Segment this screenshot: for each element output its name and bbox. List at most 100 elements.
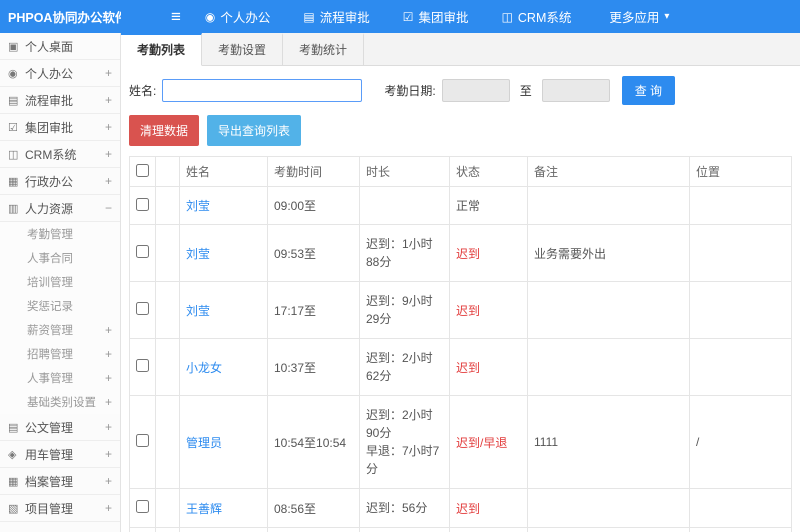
user-icon: ◉ [8,67,18,80]
topbar-nav: ◉ 个人办公 ▤ 流程审批 ☑ 集团审批 ◫ CRM系统 更多应用 ▾ [191,0,684,33]
sidebar-item[interactable]: ▥ 人力资源 − [0,195,120,222]
row-name-link[interactable]: 刘莹 [186,304,210,318]
row-status: 迟到/早退 [456,435,508,450]
hamburger-menu-icon[interactable]: ≡ [171,0,181,33]
tab-2[interactable]: 考勤统计 [283,33,365,65]
row-name-link[interactable]: 刘莹 [186,199,210,213]
expand-toggle-icon[interactable]: + [101,147,112,161]
topbar-nav-item[interactable]: ◉ 个人办公 [191,0,290,33]
date-from-input[interactable] [441,79,510,102]
archive-icon: ▦ [8,475,19,488]
sidebar-item[interactable]: 薪资管理 + [0,318,120,342]
hr-icon: ▥ [8,202,19,215]
expand-toggle-icon[interactable]: + [101,371,112,385]
row-spacer [155,488,180,528]
sidebar-item[interactable]: 基础类别设置 + [0,390,120,414]
topbar-nav-item[interactable]: ◫ CRM系统 [488,0,591,33]
sidebar-item[interactable]: ▣ 个人桌面 [0,33,120,60]
expand-toggle-icon[interactable]: + [101,93,112,107]
sidebar-item[interactable]: ◉ 个人办公 + [0,60,120,87]
row-checkbox[interactable] [136,359,149,372]
sidebar-item[interactable]: ◈ 用车管理 + [0,441,120,468]
row-checkbox[interactable] [136,245,149,258]
sidebar-item[interactable]: 培训管理 [0,270,120,294]
topbar-nav-item[interactable]: ☑ 集团审批 [389,0,488,33]
topbar-nav-item[interactable]: ▤ 流程审批 [289,0,388,33]
row-time: 13:20至13:20 [267,527,360,532]
row-name-link[interactable]: 王善辉 [186,502,222,516]
topbar: PHPOA协同办公软件 ≡ ◉ 个人办公 ▤ 流程审批 ☑ 集团审批 ◫ CRM… [0,0,800,33]
sidebar-item[interactable]: 招聘管理 + [0,342,120,366]
sidebar-item[interactable]: 考勤管理 [0,222,120,246]
document-icon: ▤ [8,421,19,434]
expand-toggle-icon[interactable]: − [101,201,112,215]
sidebar-item[interactable]: ▦ 档案管理 + [0,468,120,495]
expand-toggle-icon[interactable]: + [101,447,112,461]
header-duration: 时长 [359,156,450,187]
row-time: 08:56至 [267,488,360,528]
row-name-link[interactable]: 小龙女 [186,361,222,375]
topbar-nav-item[interactable]: 更多应用 ▾ [590,0,683,33]
row-spacer [155,281,180,339]
export-list-button[interactable]: 导出查询列表 [207,115,302,146]
sidebar-item[interactable]: ◫ CRM系统 + [0,141,120,168]
row-time: 09:00至 [267,186,360,225]
name-filter-input[interactable] [162,79,363,102]
expand-toggle-icon[interactable]: + [101,174,112,188]
expand-toggle-icon[interactable]: + [101,120,112,134]
search-button[interactable]: 查 询 [621,76,676,105]
briefcase-icon: ▦ [8,175,19,188]
row-checkbox[interactable] [136,500,149,513]
header-status: 状态 [449,156,528,187]
row-remark: 1111 [527,395,690,489]
table-row: 黄莺 13:20至13:20 迟到：5小时33分 早退：4小时67分 迟到/早退… [129,527,792,532]
date-range-to-label: 至 [519,84,532,98]
sidebar-item[interactable]: 人事管理 + [0,366,120,390]
name-filter-label: 姓名: [129,84,157,98]
expand-toggle-icon[interactable]: + [101,395,112,409]
row-checkbox[interactable] [136,434,149,447]
row-duration: 迟到：1小时88分 [359,224,450,282]
tab-label: 考勤统计 [299,43,348,57]
expand-toggle-icon[interactable]: + [101,66,112,80]
sidebar-item-label: 行政办公 [25,174,74,189]
row-location: / [689,395,792,489]
date-to-input[interactable] [541,79,610,102]
select-all-checkbox[interactable] [136,163,149,177]
tab-0[interactable]: 考勤列表 [121,33,203,66]
attendance-table-body: 刘莹 09:00至 正常 刘莹 09:53至 迟到：1小时88分 迟到 业务需要… [129,186,792,532]
sidebar-item[interactable]: ▤ 流程审批 + [0,87,120,114]
row-checkbox[interactable] [136,302,149,315]
car-icon: ◈ [8,448,17,461]
sidebar-item-label: 用车管理 [25,447,74,462]
row-remark [527,186,690,225]
expand-toggle-icon[interactable]: + [101,323,112,337]
sidebar-item[interactable]: ☑ 集团审批 + [0,114,120,141]
sidebar-item[interactable]: ▦ 行政办公 + [0,168,120,195]
row-duration: 迟到：56分 [359,488,450,528]
sidebar-item[interactable]: 奖惩记录 [0,294,120,318]
sidebar-item[interactable]: ▧ 项目管理 + [0,495,120,522]
sidebar-item[interactable]: ▤ 公文管理 + [0,414,120,441]
expand-toggle-icon[interactable]: + [101,420,112,434]
clean-data-button[interactable]: 清理数据 [129,115,200,146]
sidebar-item-label: 公文管理 [25,420,74,435]
sidebar-item[interactable]: 人事合同 [0,246,120,270]
row-name-link[interactable]: 管理员 [186,436,222,450]
app-logo: PHPOA协同办公软件 [8,11,121,25]
row-name-link[interactable]: 刘莹 [186,247,210,261]
row-time: 17:17至 [267,281,360,339]
tab-label: 考勤设置 [218,43,267,57]
row-status: 迟到 [456,246,481,261]
sidebar-item-label: 人事管理 [27,373,73,385]
row-checkbox[interactable] [136,197,149,211]
tab-1[interactable]: 考勤设置 [202,33,284,65]
table-row: 王善辉 08:56至 迟到：56分 迟到 [129,488,792,528]
table-header-row: 姓名 考勤时间 时长 状态 备注 位置 [129,156,792,187]
expand-toggle-icon[interactable]: + [101,501,112,515]
row-time: 10:37至 [267,338,360,396]
expand-toggle-icon[interactable]: + [101,347,112,361]
row-spacer [155,186,180,225]
row-duration [359,186,450,225]
expand-toggle-icon[interactable]: + [101,474,112,488]
